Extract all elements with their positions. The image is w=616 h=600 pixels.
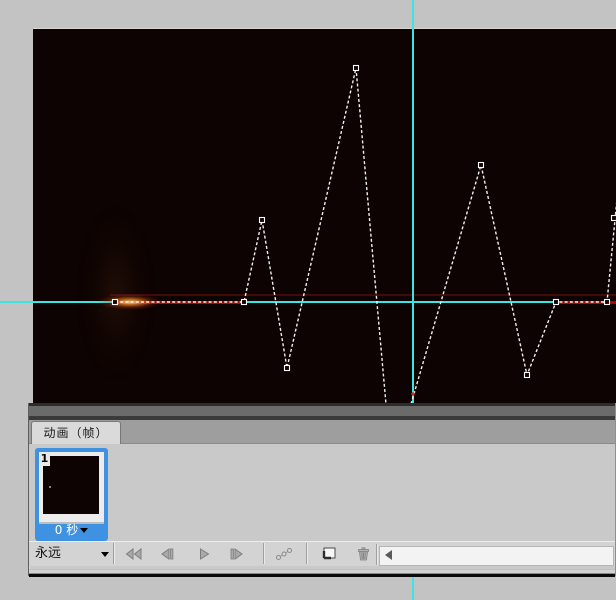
- previous-frame-button[interactable]: [155, 544, 179, 563]
- delete-frame-button[interactable]: [351, 544, 375, 563]
- panel-tab-bar: 动画（帧）: [29, 420, 615, 444]
- tab-animation-frames[interactable]: 动画（帧）: [31, 421, 121, 444]
- document-canvas[interactable]: [33, 28, 616, 404]
- separator: [263, 543, 264, 564]
- tween-icon: [274, 546, 294, 562]
- separator: [376, 544, 377, 565]
- loop-count-dropdown[interactable]: 永远: [35, 544, 115, 564]
- frame-thumbnail-selected[interactable]: 1 0 秒: [35, 448, 108, 541]
- play-icon: [197, 547, 211, 561]
- animation-panel: 动画（帧） 1 0 秒 永远: [28, 403, 616, 576]
- next-frame-icon: [229, 547, 245, 561]
- chevron-down-icon: [101, 552, 109, 557]
- trash-icon: [356, 546, 371, 562]
- separator: [306, 543, 307, 564]
- next-frame-button[interactable]: [225, 544, 249, 563]
- frame-delay-label: 0 秒: [55, 523, 78, 537]
- frame-delay-dropdown[interactable]: 0 秒: [35, 522, 108, 539]
- frame-thumbnail-image: [43, 456, 99, 514]
- frames-scrollbar[interactable]: [379, 546, 614, 566]
- tween-button[interactable]: [272, 544, 296, 563]
- first-frame-button[interactable]: [121, 544, 145, 563]
- loop-count-label: 永远: [35, 546, 61, 561]
- left-arrow-icon: [385, 550, 392, 560]
- first-frame-icon: [124, 547, 142, 561]
- play-button[interactable]: [192, 544, 216, 563]
- frames-strip: 1 0 秒: [29, 444, 615, 541]
- chevron-down-icon: [80, 528, 88, 533]
- thumbnail-dot: [49, 486, 51, 488]
- faint-red-line: [110, 294, 616, 296]
- previous-frame-icon: [159, 547, 175, 561]
- scrollbar-left-arrow-button[interactable]: [381, 548, 395, 562]
- separator: [113, 543, 114, 564]
- frame-thumbnail-wrap: 1: [39, 452, 104, 524]
- new-frame-icon: [321, 546, 338, 561]
- panel-bottom-border: [29, 573, 615, 577]
- new-frame-button[interactable]: [317, 544, 341, 563]
- panel-top-band: [29, 406, 615, 416]
- frame-number: 1: [39, 452, 50, 466]
